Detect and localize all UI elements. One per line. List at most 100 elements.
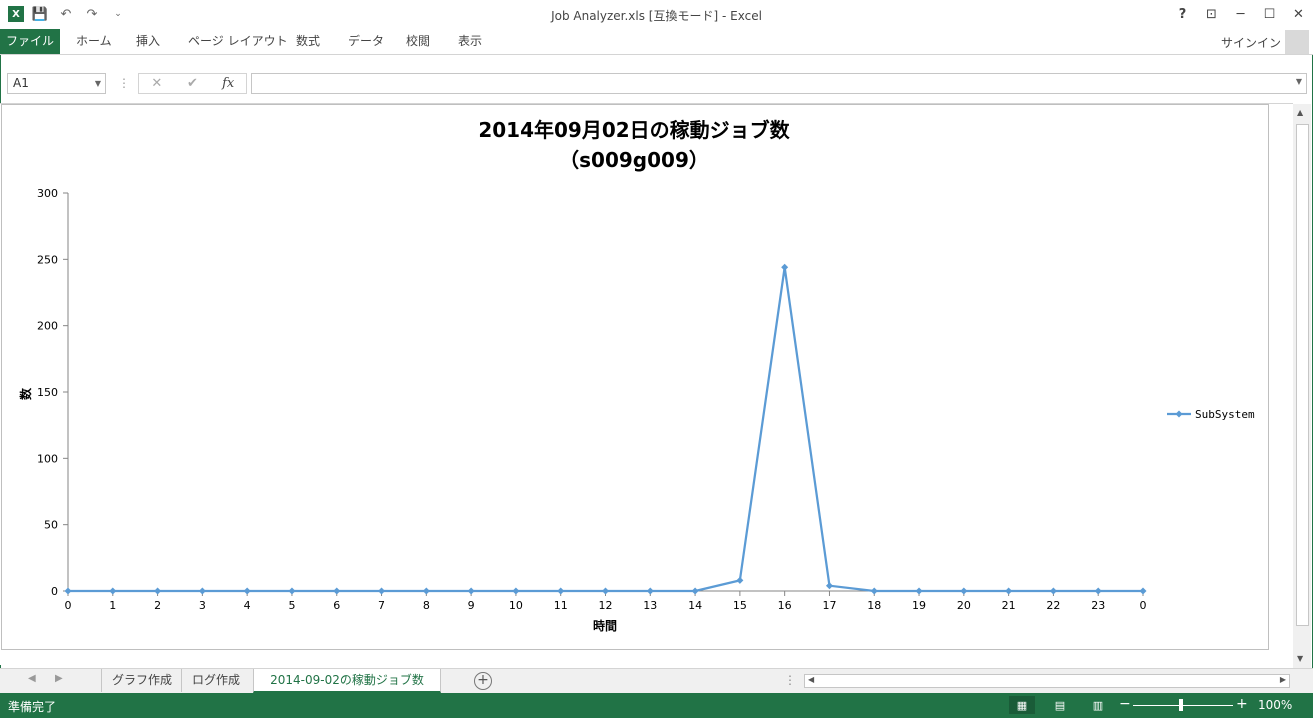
zoom-slider-thumb[interactable]	[1179, 699, 1183, 711]
x-tick-label: 6	[333, 599, 340, 612]
sheet-tab-log[interactable]: ログ作成	[181, 669, 250, 692]
data-point	[288, 587, 296, 595]
x-tick-label: 22	[1046, 599, 1060, 612]
horizontal-scrollbar[interactable]: ◀ ▶	[804, 674, 1290, 688]
y-tick-label: 200	[37, 320, 58, 333]
zoom-in-icon[interactable]: +	[1236, 696, 1248, 712]
legend-marker	[1175, 410, 1183, 418]
x-tick-label: 13	[643, 599, 657, 612]
x-tick-label: 2	[154, 599, 161, 612]
status-bar: 準備完了 ▦ ▤ ▥ − + 100%	[0, 693, 1313, 718]
scroll-thumb[interactable]	[1296, 124, 1309, 626]
x-axis-label[interactable]: 時間	[593, 618, 617, 633]
x-tick-label: 7	[378, 599, 385, 612]
x-tick-label: 19	[912, 599, 926, 612]
y-tick-label: 0	[51, 585, 58, 598]
scroll-down-icon[interactable]: ▼	[1297, 654, 1303, 663]
chart-title[interactable]: 2014年09月02日の稼動ジョブ数	[478, 118, 790, 142]
expand-formula-bar-icon[interactable]: ▼	[1296, 77, 1302, 86]
sheet-tab-graph[interactable]: グラフ作成	[101, 669, 182, 692]
zoom-slider[interactable]	[1133, 705, 1233, 706]
tab-data[interactable]: データ	[348, 29, 384, 54]
data-point	[1094, 587, 1102, 595]
data-point	[646, 587, 654, 595]
data-point	[915, 587, 923, 595]
title-bar: X 💾 ↶ ↷ ⌄ Job Analyzer.xls [互換モード] - Exc…	[0, 0, 1313, 29]
x-tick-label: 0	[1140, 599, 1147, 612]
x-tick-label: 10	[509, 599, 523, 612]
cancel-icon[interactable]: ✕	[139, 74, 175, 93]
scroll-right-icon[interactable]: ▶	[1280, 675, 1286, 684]
x-tick-label: 1	[109, 599, 116, 612]
tab-formulas[interactable]: 数式	[296, 29, 320, 54]
x-tick-label: 0	[65, 599, 72, 612]
tab-home[interactable]: ホーム	[76, 29, 112, 54]
sign-in-link[interactable]: サインイン	[1221, 34, 1281, 51]
data-point	[378, 587, 386, 595]
x-tick-label: 11	[554, 599, 568, 612]
tab-page-layout[interactable]: ページ レイアウト	[188, 29, 288, 54]
next-sheet-icon[interactable]: ▶	[55, 673, 63, 684]
ribbon-divider	[0, 54, 1313, 55]
add-sheet-button[interactable]: +	[474, 672, 492, 690]
page-layout-view-icon[interactable]: ▤	[1047, 696, 1073, 714]
scroll-up-icon[interactable]: ▲	[1297, 108, 1303, 117]
formula-input[interactable]: ▼	[251, 73, 1307, 94]
ribbon-tabs: ファイル ホーム 挿入 ページ レイアウト 数式 データ 校閲 表示 サインイン	[0, 29, 1313, 54]
data-point	[736, 576, 744, 584]
tab-review[interactable]: 校閲	[406, 29, 430, 54]
tab-split-handle-icon[interactable]: ⋮	[784, 673, 796, 687]
formula-buttons: ✕ ✔ fx	[138, 73, 247, 94]
normal-view-icon[interactable]: ▦	[1009, 696, 1035, 714]
y-tick-label: 100	[37, 452, 58, 465]
data-point	[557, 587, 565, 595]
ribbon-display-options-icon[interactable]: ⊡	[1197, 0, 1226, 29]
data-point	[960, 587, 968, 595]
sheet-tabs-bar: ◀ ▶ グラフ作成 ログ作成 2014-09-02の稼動ジョブ数 + ⋮ ◀ ▶	[0, 668, 1313, 693]
x-tick-label: 16	[778, 599, 792, 612]
data-point	[64, 587, 72, 595]
prev-sheet-icon[interactable]: ◀	[28, 673, 36, 684]
help-button[interactable]: ?	[1168, 0, 1197, 29]
data-point	[422, 587, 430, 595]
x-tick-label: 8	[423, 599, 430, 612]
data-point	[109, 587, 117, 595]
name-box-value: A1	[13, 76, 29, 90]
x-tick-label: 12	[599, 599, 613, 612]
avatar[interactable]	[1285, 30, 1309, 54]
chevron-down-icon[interactable]: ▼	[95, 74, 101, 93]
legend-label: SubSystem	[1195, 408, 1255, 421]
enter-icon[interactable]: ✔	[175, 74, 211, 93]
tab-view[interactable]: 表示	[458, 29, 482, 54]
formula-bar-grip-icon[interactable]: ⋮	[118, 76, 130, 90]
zoom-level[interactable]: 100%	[1258, 698, 1292, 712]
line-chart[interactable]: 2014年09月02日の稼動ジョブ数 （s009g009） 数 時間 05010…	[0, 104, 1280, 650]
data-point	[602, 587, 609, 595]
formula-bar: A1 ▼ ⋮ ✕ ✔ fx ▼	[0, 68, 1313, 98]
minimize-button[interactable]: ─	[1226, 0, 1255, 29]
maximize-button[interactable]: ☐	[1255, 0, 1284, 29]
y-axis-label[interactable]: 数	[18, 387, 33, 400]
zoom-out-icon[interactable]: −	[1119, 696, 1131, 712]
y-tick-label: 50	[44, 519, 58, 532]
tab-insert[interactable]: 挿入	[136, 29, 160, 54]
data-point	[333, 587, 341, 595]
insert-function-icon[interactable]: fx	[210, 74, 246, 93]
chart-subtitle[interactable]: （s009g009）	[559, 148, 709, 172]
y-tick-label: 150	[37, 386, 58, 399]
data-point	[825, 582, 833, 590]
tab-file[interactable]: ファイル	[0, 29, 60, 54]
window-title: Job Analyzer.xls [互換モード] - Excel	[551, 9, 762, 23]
scroll-left-icon[interactable]: ◀	[808, 675, 814, 684]
data-point	[870, 587, 878, 595]
sheet-tab-job-count[interactable]: 2014-09-02の稼動ジョブ数	[253, 669, 441, 693]
status-ready: 準備完了	[8, 700, 57, 714]
series-line	[68, 266, 1143, 593]
page-break-view-icon[interactable]: ▥	[1085, 696, 1111, 714]
name-box[interactable]: A1 ▼	[7, 73, 106, 94]
close-button[interactable]: ✕	[1284, 0, 1313, 29]
vertical-scrollbar[interactable]: ▲ ▼	[1293, 104, 1311, 670]
data-point	[512, 587, 520, 595]
data-point	[781, 263, 789, 271]
window-controls: ? ⊡ ─ ☐ ✕	[1168, 0, 1313, 29]
